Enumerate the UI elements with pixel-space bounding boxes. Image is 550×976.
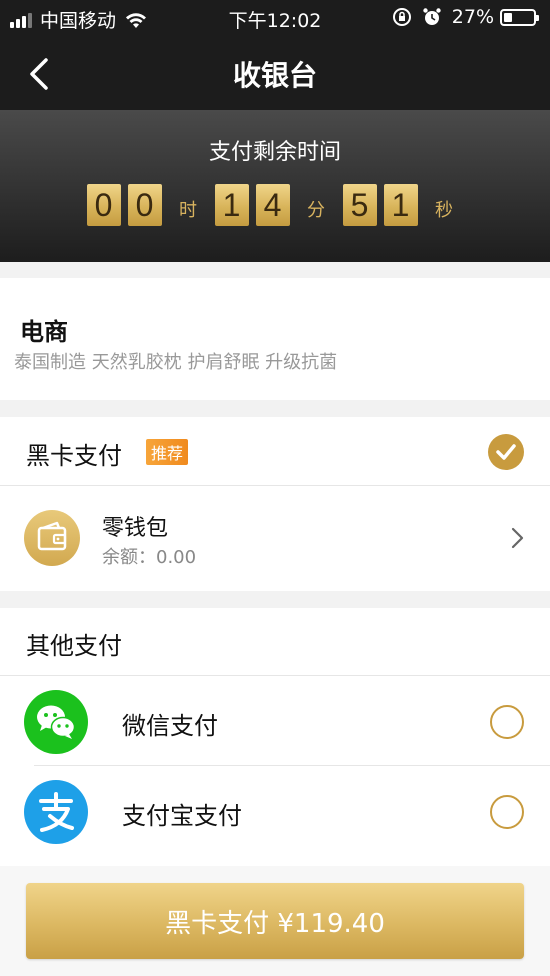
alipay-option[interactable]: 支付宝支付 xyxy=(0,766,550,856)
hours-digit: 0 xyxy=(127,184,162,226)
wechat-pay-radio[interactable] xyxy=(490,705,524,739)
wechat-pay-option[interactable]: 微信支付 xyxy=(24,676,550,766)
wallet-option[interactable]: 零钱包 余额：0.00 xyxy=(0,486,550,590)
black-card-check[interactable] xyxy=(488,434,524,470)
chevron-right-icon xyxy=(511,527,524,549)
check-icon xyxy=(496,444,516,460)
page-title: 收银台 xyxy=(232,59,317,92)
pay-button[interactable]: 黑卡支付 ¥119.40 xyxy=(26,883,524,959)
minutes-digit: 4 xyxy=(255,184,290,226)
minutes-unit: 分 xyxy=(307,200,325,221)
nav-bar: 收银台 xyxy=(0,36,550,110)
product-title: 电商 xyxy=(20,318,68,346)
wechat-pay-label: 微信支付 xyxy=(122,712,218,740)
hours-digit: 0 xyxy=(86,184,121,226)
alipay-radio[interactable] xyxy=(490,795,524,829)
rotation-lock-icon xyxy=(392,8,411,26)
seconds-digit: 1 xyxy=(383,184,418,226)
status-bar: 中国移动 下午12:02 27% xyxy=(0,0,550,36)
battery-percent: 27% xyxy=(451,6,494,28)
wallet-icon xyxy=(24,510,80,566)
black-card-option[interactable]: 黑卡支付 推荐 xyxy=(0,417,550,486)
black-card-label: 黑卡支付 xyxy=(26,442,122,470)
alarm-icon xyxy=(423,8,441,25)
seconds-digit: 5 xyxy=(342,184,377,226)
seconds-unit: 秒 xyxy=(435,200,453,221)
alipay-icon xyxy=(24,780,88,844)
battery-icon xyxy=(500,8,539,26)
black-card-section: 黑卡支付 推荐 零钱包 余额：0.00 xyxy=(0,417,550,591)
wallet-name: 零钱包 xyxy=(102,516,169,541)
other-payment-title: 其他支付 xyxy=(26,632,122,660)
status-right: 27% xyxy=(392,6,539,28)
recommend-badge: 推荐 xyxy=(146,439,189,465)
countdown-timer: 0 0 时 1 4 分 5 1 秒 xyxy=(0,184,550,226)
payment-countdown: 支付剩余时间 0 0 时 1 4 分 5 1 秒 xyxy=(0,110,550,262)
minutes-digit: 1 xyxy=(214,184,249,226)
bottom-bar: 黑卡支付 ¥119.40 xyxy=(0,866,550,976)
product-description: 泰国制造 天然乳胶枕 护肩舒眠 升级抗菌 xyxy=(14,352,338,373)
alipay-label: 支付宝支付 xyxy=(122,802,242,830)
wechat-icon xyxy=(24,690,88,754)
wallet-balance: 余额：0.00 xyxy=(102,547,197,568)
other-payment-section: 其他支付 微信支付 支付宝支付 xyxy=(0,608,550,866)
countdown-label: 支付剩余时间 xyxy=(208,140,341,165)
hours-unit: 时 xyxy=(179,200,197,221)
other-payment-header: 其他支付 xyxy=(0,608,550,676)
product-card: 电商 泰国制造 天然乳胶枕 护肩舒眠 升级抗菌 xyxy=(0,278,550,400)
